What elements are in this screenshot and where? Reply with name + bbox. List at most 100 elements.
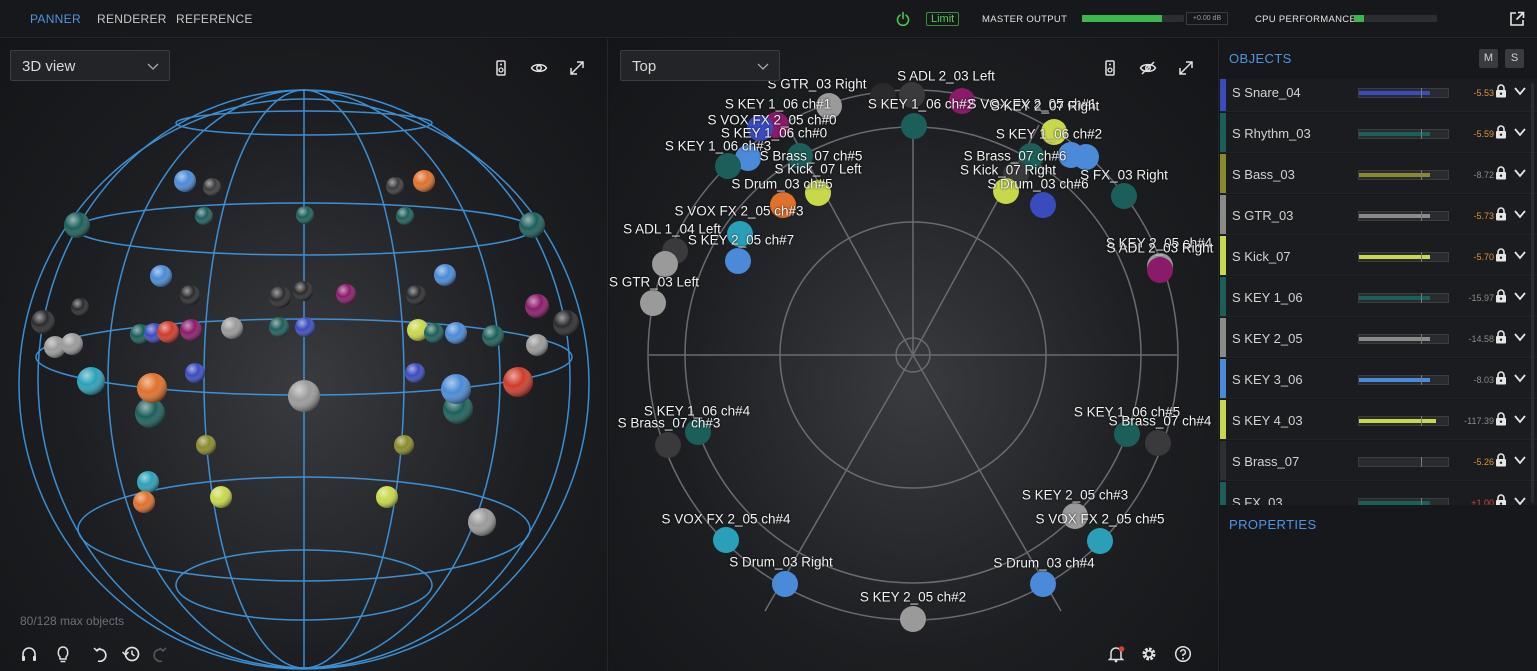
- tab-panner[interactable]: PANNER: [30, 12, 81, 26]
- limit-toggle[interactable]: Limit: [926, 12, 960, 26]
- object-dot-36[interactable]: [900, 606, 926, 632]
- speaker-icon[interactable]: [492, 59, 510, 77]
- object-dot-9[interactable]: [715, 153, 741, 179]
- speaker-icon[interactable]: [1101, 59, 1119, 77]
- object-dot-13[interactable]: [725, 248, 751, 274]
- object-dot-16[interactable]: [640, 290, 666, 316]
- lock-icon[interactable]: [1495, 289, 1507, 303]
- chevron-down-icon[interactable]: [1514, 250, 1526, 260]
- object-level-meter[interactable]: [1358, 457, 1449, 467]
- solo-all-button[interactable]: S: [1505, 49, 1524, 68]
- sphere-scene[interactable]: [0, 39, 608, 671]
- power-icon[interactable]: [895, 11, 911, 27]
- lock-icon[interactable]: [1495, 330, 1507, 344]
- help-icon[interactable]: [1174, 645, 1192, 663]
- object-db-value: -5.26: [1473, 457, 1494, 467]
- object-level-meter[interactable]: [1358, 416, 1449, 426]
- object-row[interactable]: S KEY 4_03 -117.39: [1220, 400, 1537, 440]
- object-level-meter[interactable]: [1358, 88, 1449, 98]
- top-view-select[interactable]: Top: [620, 50, 780, 81]
- object-row[interactable]: S Rhythm_03 -5.59: [1220, 113, 1537, 153]
- object-row[interactable]: S Snare_04 -5.53: [1220, 79, 1537, 112]
- chevron-down-icon[interactable]: [1514, 86, 1526, 96]
- object-row[interactable]: S GTR_03 -5.73: [1220, 195, 1537, 235]
- properties-title[interactable]: PROPERTIES: [1229, 517, 1317, 532]
- object-row[interactable]: S FX_03 +1.00: [1220, 482, 1537, 505]
- external-window-icon[interactable]: [1508, 10, 1526, 28]
- object-row[interactable]: S Kick_07 -5.70: [1220, 236, 1537, 276]
- object-level-meter[interactable]: [1358, 252, 1449, 262]
- lock-icon[interactable]: [1495, 248, 1507, 262]
- object-dot-15[interactable]: [652, 251, 678, 277]
- chevron-down-icon[interactable]: [1514, 127, 1526, 137]
- object-dot-33[interactable]: [1087, 528, 1113, 554]
- object-dot-26[interactable]: [1147, 257, 1173, 283]
- lock-icon[interactable]: [1495, 125, 1507, 139]
- view-mode-select[interactable]: 3D view: [10, 50, 170, 81]
- undo-icon[interactable]: [92, 645, 110, 663]
- object-row[interactable]: S KEY 1_06 -15.97: [1220, 277, 1537, 317]
- chevron-down-icon[interactable]: [1514, 168, 1526, 178]
- top-view-scene[interactable]: [609, 39, 1219, 671]
- object-db-value: -14.58: [1468, 334, 1494, 344]
- object-dot-23[interactable]: [1030, 192, 1056, 218]
- chevron-down-icon[interactable]: [1514, 414, 1526, 424]
- lock-icon[interactable]: [1495, 412, 1507, 426]
- expand-icon[interactable]: [568, 59, 586, 77]
- lock-icon[interactable]: [1495, 84, 1507, 98]
- chevron-down-icon[interactable]: [1514, 332, 1526, 342]
- panner-top-view[interactable]: S ADL 2_03 Left S GTR_03 Right S KEY 1_06 …: [609, 39, 1219, 671]
- eye-icon[interactable]: [530, 59, 548, 77]
- chevron-down-icon[interactable]: [1514, 373, 1526, 383]
- lock-icon[interactable]: [1495, 166, 1507, 180]
- object-dot-20[interactable]: [1073, 144, 1099, 170]
- headphones-icon[interactable]: [20, 645, 38, 663]
- object-name: S Brass_07: [1232, 454, 1300, 469]
- settings-gear-icon[interactable]: [1140, 645, 1158, 663]
- object-row[interactable]: S Bass_03 -8.72: [1220, 154, 1537, 194]
- chevron-down-icon[interactable]: [1514, 496, 1526, 505]
- objects-scrollbar[interactable]: [1531, 83, 1534, 503]
- object-level-meter[interactable]: [1358, 129, 1449, 139]
- object-name: S KEY 2_05: [1232, 331, 1303, 346]
- lock-icon[interactable]: [1495, 453, 1507, 467]
- object-level-meter[interactable]: [1358, 170, 1449, 180]
- object-label: S Drum_03 ch#5: [731, 176, 833, 192]
- object-dot-35[interactable]: [1030, 571, 1056, 597]
- object-dot-32[interactable]: [713, 527, 739, 553]
- object-level-meter[interactable]: [1358, 375, 1449, 385]
- object-dot-24[interactable]: [1111, 183, 1137, 209]
- lock-icon[interactable]: [1495, 494, 1507, 505]
- history-icon[interactable]: [122, 645, 140, 663]
- object-row[interactable]: S KEY 3_06 -8.03: [1220, 359, 1537, 399]
- object-row[interactable]: S Brass_07 -5.26: [1220, 441, 1537, 481]
- object-sphere-42-shading: [503, 367, 533, 397]
- tab-renderer[interactable]: RENDERER: [97, 12, 167, 26]
- object-level-meter[interactable]: [1358, 498, 1449, 505]
- eye-off-icon[interactable]: [1139, 59, 1157, 77]
- notification-bell-icon[interactable]: [1107, 645, 1125, 663]
- object-row[interactable]: S KEY 2_05 -14.58: [1220, 318, 1537, 358]
- expand-icon[interactable]: [1177, 59, 1195, 77]
- object-level-meter[interactable]: [1358, 334, 1449, 344]
- object-sphere-41-shading: [441, 374, 471, 404]
- objects-list[interactable]: S Snare_04 -5.53 S Rhythm_03 -5.59 S Bass_03…: [1220, 79, 1537, 505]
- redo-icon[interactable]: [150, 645, 168, 663]
- chevron-down-icon[interactable]: [1514, 455, 1526, 465]
- object-dot-34[interactable]: [772, 571, 798, 597]
- lock-icon[interactable]: [1495, 371, 1507, 385]
- chevron-down-icon[interactable]: [1514, 209, 1526, 219]
- object-dot-4[interactable]: [901, 113, 927, 139]
- object-color-swatch: [1220, 154, 1226, 193]
- object-dot-28[interactable]: [655, 432, 681, 458]
- tab-reference[interactable]: REFERENCE: [176, 12, 253, 26]
- lightbulb-icon[interactable]: [54, 645, 72, 663]
- object-level-meter[interactable]: [1358, 211, 1449, 221]
- lock-icon[interactable]: [1495, 207, 1507, 221]
- panner-3d-view[interactable]: 3D view 80/128 max objects: [0, 39, 608, 671]
- object-dot-30[interactable]: [1145, 430, 1171, 456]
- mute-all-button[interactable]: M: [1479, 49, 1498, 68]
- object-sphere-9-shading: [150, 265, 172, 287]
- chevron-down-icon[interactable]: [1514, 291, 1526, 301]
- object-level-meter[interactable]: [1358, 293, 1449, 303]
